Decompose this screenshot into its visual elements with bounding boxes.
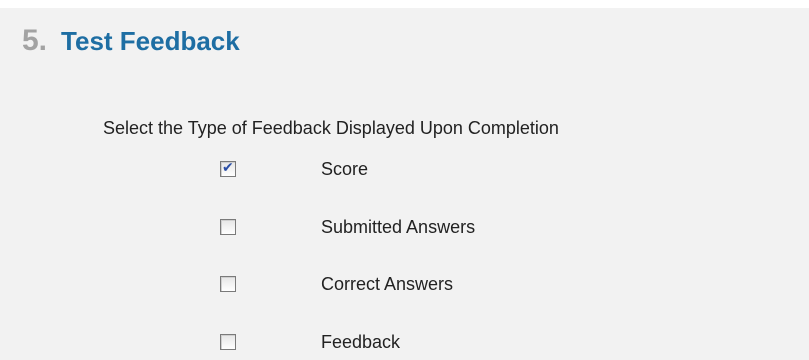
option-submitted-answers[interactable]: Submitted Answers: [220, 215, 475, 239]
option-feedback[interactable]: Feedback: [220, 330, 400, 354]
option-label: Correct Answers: [321, 273, 454, 294]
submitted-answers-checkbox[interactable]: [220, 219, 236, 235]
option-label: Submitted Answers: [321, 216, 476, 237]
checkmark-icon: ✔: [222, 160, 234, 176]
feedback-type-prompt: Select the Type of Feedback Displayed Up…: [103, 118, 559, 138]
feedback-checkbox[interactable]: [220, 334, 236, 350]
option-correct-answers[interactable]: Correct Answers: [220, 272, 453, 296]
step-number: 5.: [22, 24, 48, 57]
option-score[interactable]: ✔ Score: [220, 157, 368, 181]
top-strip: [0, 0, 809, 8]
section-title: Test Feedback: [61, 26, 240, 56]
section-header: 5. Test Feedback: [22, 24, 240, 58]
option-label: Score: [321, 158, 369, 179]
correct-answers-checkbox[interactable]: [220, 276, 236, 292]
score-checkbox[interactable]: ✔: [220, 160, 236, 177]
option-label: Feedback: [321, 331, 401, 352]
test-feedback-section: 5. Test Feedback Select the Type of Feed…: [0, 8, 809, 360]
